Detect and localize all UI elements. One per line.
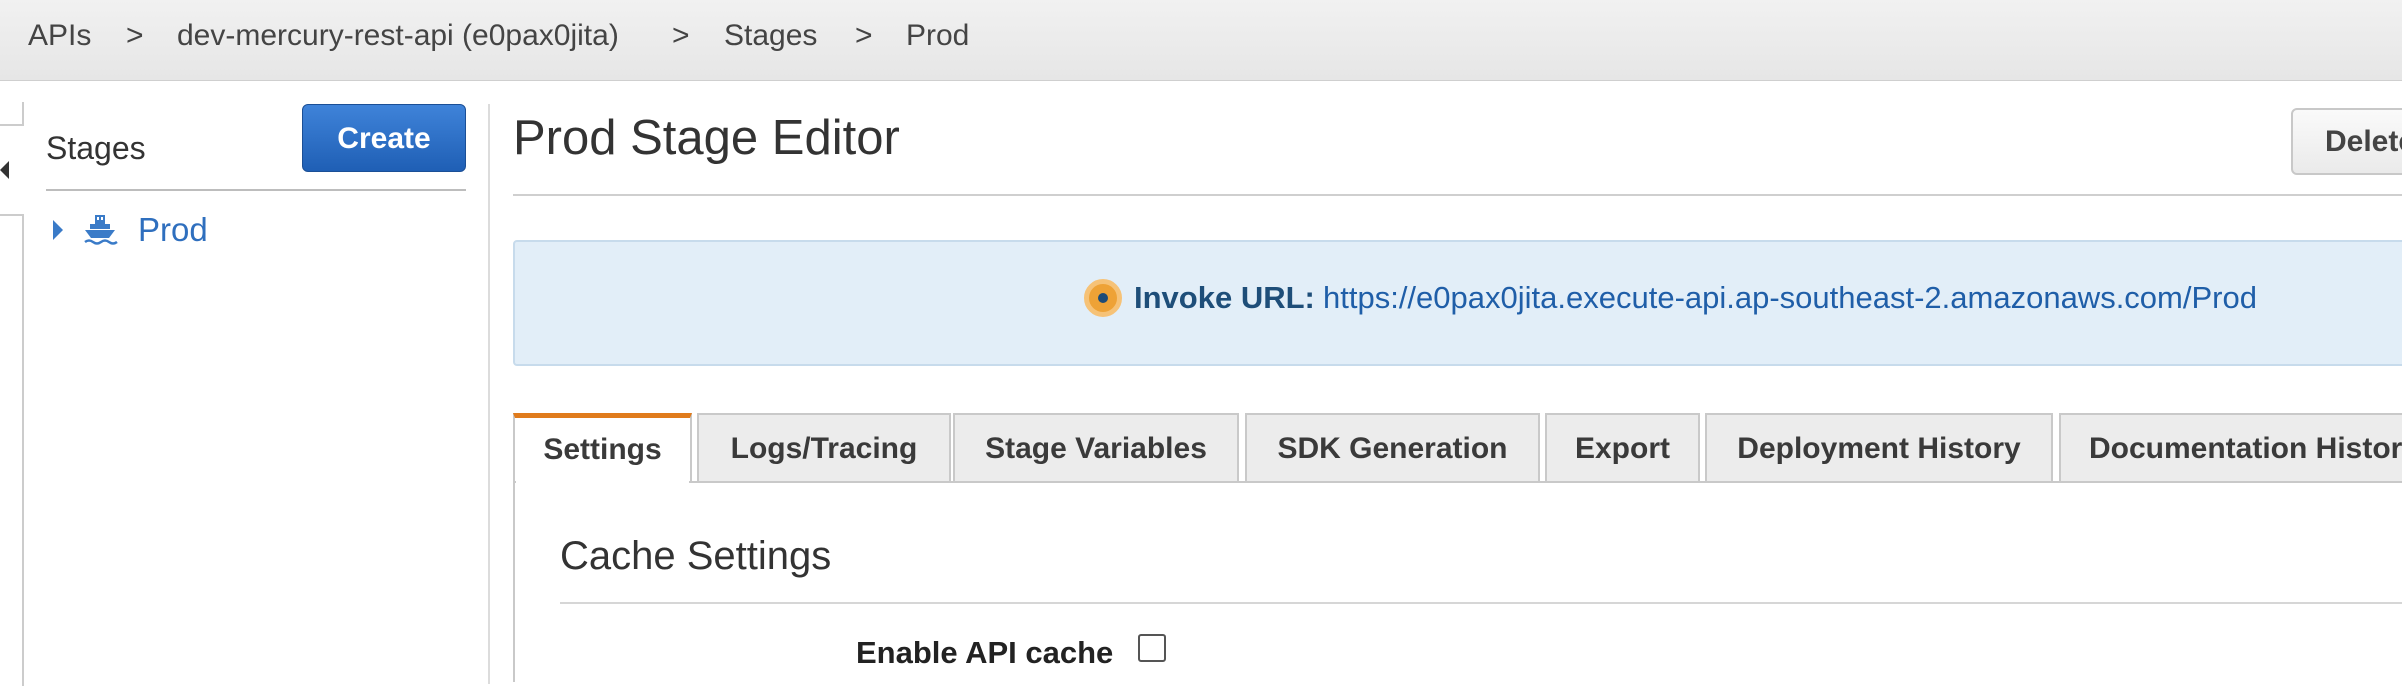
collapse-left-icon[interactable] <box>0 161 9 179</box>
sidebar-collapse-edge <box>0 214 24 686</box>
stage-link-prod[interactable]: Prod <box>138 210 208 250</box>
breadcrumb-separator: > <box>126 19 144 52</box>
divider <box>513 194 2402 196</box>
tab-stage-variables[interactable]: Stage Variables <box>953 413 1239 483</box>
page-title: Prod Stage Editor <box>513 111 900 165</box>
breadcrumb-api-name[interactable]: dev-mercury-rest-api (e0pax0jita) <box>177 18 619 54</box>
enable-api-cache-label: Enable API cache <box>856 635 1114 670</box>
invoke-url-link[interactable]: https://e0pax0jita.execute-api.ap-southe… <box>1323 279 2257 317</box>
tab-export[interactable]: Export <box>1545 413 1700 483</box>
breadcrumb-stages[interactable]: Stages <box>724 18 817 54</box>
cache-settings-title: Cache Settings <box>560 534 832 578</box>
ship-icon <box>84 215 118 245</box>
breadcrumb-separator: > <box>672 19 690 52</box>
divider <box>46 189 466 191</box>
tab-logs-tracing[interactable]: Logs/Tracing <box>697 413 951 483</box>
create-stage-button[interactable]: Create <box>302 104 466 172</box>
expand-arrow-icon[interactable] <box>53 220 63 240</box>
tab-settings[interactable]: Settings <box>513 413 692 483</box>
tab-content-border <box>513 481 515 682</box>
info-dot-icon <box>1084 279 1122 317</box>
tab-deployment-history[interactable]: Deployment History <box>1705 413 2053 483</box>
tabs-baseline <box>513 481 2402 483</box>
breadcrumb-apis[interactable]: APIs <box>28 18 91 54</box>
sidebar-collapse-edge <box>0 102 24 126</box>
delete-stage-button[interactable]: Delete <box>2291 108 2402 175</box>
stages-title: Stages <box>46 130 146 166</box>
tab-sdk-generation[interactable]: SDK Generation <box>1245 413 1540 483</box>
breadcrumb-separator: > <box>855 19 873 52</box>
active-tab-gap <box>516 481 689 483</box>
tab-documentation-history[interactable]: Documentation History <box>2059 413 2402 483</box>
breadcrumb: APIs > dev-mercury-rest-api (e0pax0jita)… <box>0 0 2402 81</box>
breadcrumb-prod: Prod <box>906 19 970 52</box>
invoke-url-label: Invoke URL: <box>1134 280 1315 315</box>
enable-api-cache-checkbox[interactable] <box>1138 634 1166 662</box>
divider <box>560 602 2402 604</box>
panel-divider[interactable] <box>488 104 490 684</box>
